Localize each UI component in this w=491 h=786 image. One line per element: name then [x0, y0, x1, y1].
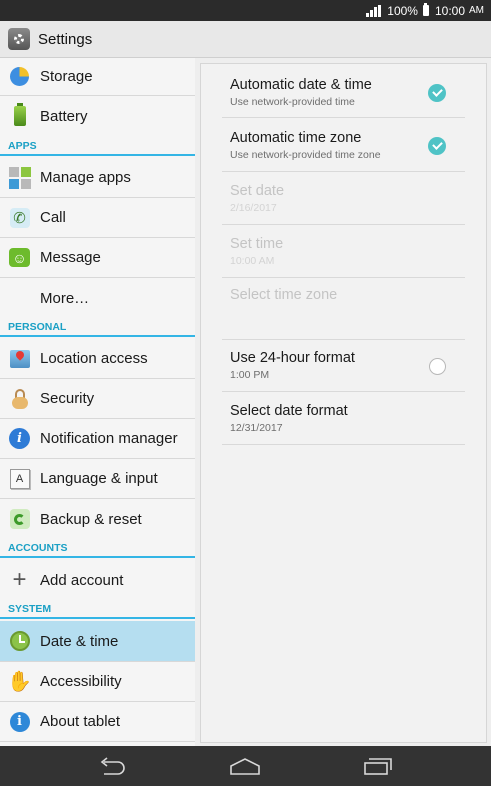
- battery-icon: [13, 103, 26, 126]
- pref-summary: 2/16/2017: [230, 202, 277, 214]
- menu-item-label: Storage: [40, 68, 93, 85]
- menu-item-label: Backup & reset: [40, 510, 142, 528]
- apps-grid-icon: [8, 166, 31, 189]
- set-date-row: Set date 2/16/2017: [222, 172, 465, 225]
- menu-item-security[interactable]: Security: [0, 379, 195, 419]
- section-header-accounts: ACCOUNTS: [0, 538, 195, 558]
- recent-apps-button[interactable]: [348, 746, 408, 786]
- use-24-hour-format-row[interactable]: Use 24-hour format 1:00 PM: [222, 340, 465, 392]
- signal-icon: [366, 4, 382, 17]
- menu-item-manage-apps[interactable]: Manage apps: [0, 158, 195, 198]
- menu-item-accessibility[interactable]: ✋ Accessibility: [0, 662, 195, 702]
- menu-item-location-access[interactable]: Location access: [0, 339, 195, 379]
- phone-icon: ✆: [9, 207, 30, 228]
- section-header-apps: APPS: [0, 136, 195, 156]
- status-bar: 100% 10:00 AM: [0, 0, 491, 21]
- home-icon: [230, 758, 260, 775]
- pref-summary: 1:00 PM: [230, 369, 270, 381]
- menu-item-date-time[interactable]: Date & time: [0, 621, 195, 662]
- automatic-date-time-checkbox[interactable]: [428, 84, 446, 102]
- message-icon: ☺: [9, 248, 30, 267]
- hand-icon: ✋: [7, 671, 32, 693]
- battery-icon: [422, 3, 429, 16]
- automatic-date-time-row[interactable]: Automatic date & time Use network-provid…: [222, 64, 465, 118]
- clock-time: 10:00: [434, 3, 465, 18]
- menu-item-label: Manage apps: [40, 169, 131, 186]
- menu-item-storage[interactable]: Storage: [0, 58, 195, 96]
- backup-refresh-icon: [9, 509, 30, 529]
- pref-title: Automatic date & time: [230, 77, 372, 93]
- menu-item-backup-reset[interactable]: Backup & reset: [0, 499, 195, 539]
- pref-title: Select date format: [230, 403, 348, 419]
- section-header-system: SYSTEM: [0, 599, 195, 619]
- pref-summary: Use network-provided time zone: [230, 149, 381, 161]
- menu-item-label: Accessibility: [40, 673, 122, 690]
- battery-percent: 100%: [387, 3, 418, 18]
- padlock-icon: [11, 388, 29, 409]
- settings-gear-icon[interactable]: [8, 28, 30, 50]
- pref-title: Automatic time zone: [230, 130, 362, 146]
- pref-summary: 12/31/2017: [230, 422, 283, 434]
- clock-ampm: AM: [469, 5, 484, 16]
- location-map-icon: [9, 349, 30, 368]
- menu-item-more[interactable]: More…: [0, 278, 195, 318]
- clock-icon: [9, 631, 30, 651]
- menu-item-label: Date & time: [40, 632, 119, 650]
- automatic-time-zone-checkbox[interactable]: [428, 137, 446, 155]
- navigation-bar: [0, 746, 491, 786]
- menu-item-label: Add account: [40, 571, 124, 589]
- section-header-personal: PERSONAL: [0, 317, 195, 337]
- set-time-row: Set time 10:00 AM: [222, 225, 465, 278]
- menu-item-language-input[interactable]: A Language & input: [0, 459, 195, 499]
- pref-summary: Use network-provided time: [230, 96, 355, 108]
- menu-item-battery[interactable]: Battery: [0, 96, 195, 136]
- menu-item-notification-manager[interactable]: i Notification manager: [0, 419, 195, 459]
- action-bar: Settings: [0, 21, 491, 58]
- pref-title: Set time: [230, 236, 284, 252]
- storage-icon: [10, 67, 29, 86]
- menu-item-label: Location access: [40, 350, 148, 367]
- keyboard-key-icon: A: [9, 468, 30, 489]
- date-time-panel: Automatic date & time Use network-provid…: [200, 63, 487, 743]
- info-italic-icon: i: [9, 428, 30, 449]
- settings-menu: Storage Battery APPS Manage apps ✆ Call …: [0, 58, 195, 746]
- menu-item-label: Notification manager: [40, 430, 178, 447]
- menu-item-label: About tablet: [40, 713, 121, 730]
- pref-summary: 10:00 AM: [230, 255, 275, 267]
- page-title: Settings: [38, 30, 93, 48]
- pref-title: Use 24-hour format: [230, 350, 355, 366]
- menu-item-label: Battery: [40, 107, 88, 125]
- info-icon: i: [9, 711, 30, 732]
- menu-item-add-account[interactable]: + Add account: [0, 560, 195, 600]
- menu-item-call[interactable]: ✆ Call: [0, 198, 195, 238]
- select-time-zone-row: Select time zone: [222, 278, 465, 340]
- menu-item-label: Message: [40, 249, 101, 266]
- pref-title: Select time zone: [230, 287, 338, 303]
- home-button[interactable]: [215, 746, 275, 786]
- select-date-format-row[interactable]: Select date format 12/31/2017: [222, 392, 465, 445]
- menu-item-label: Language & input: [40, 470, 158, 487]
- recent-apps-icon: [364, 758, 392, 775]
- pref-title: Set date: [230, 183, 285, 199]
- menu-item-about-tablet[interactable]: i About tablet: [0, 702, 195, 742]
- menu-item-label: Call: [40, 209, 66, 226]
- use-24-hour-format-checkbox[interactable]: [429, 358, 446, 375]
- menu-item-label: Security: [40, 390, 95, 407]
- plus-icon: +: [12, 566, 27, 593]
- menu-item-label: More…: [40, 289, 90, 307]
- back-button[interactable]: [83, 746, 143, 786]
- back-icon: [100, 757, 125, 775]
- menu-item-message[interactable]: ☺ Message: [0, 238, 195, 278]
- automatic-time-zone-row[interactable]: Automatic time zone Use network-provided…: [222, 118, 465, 172]
